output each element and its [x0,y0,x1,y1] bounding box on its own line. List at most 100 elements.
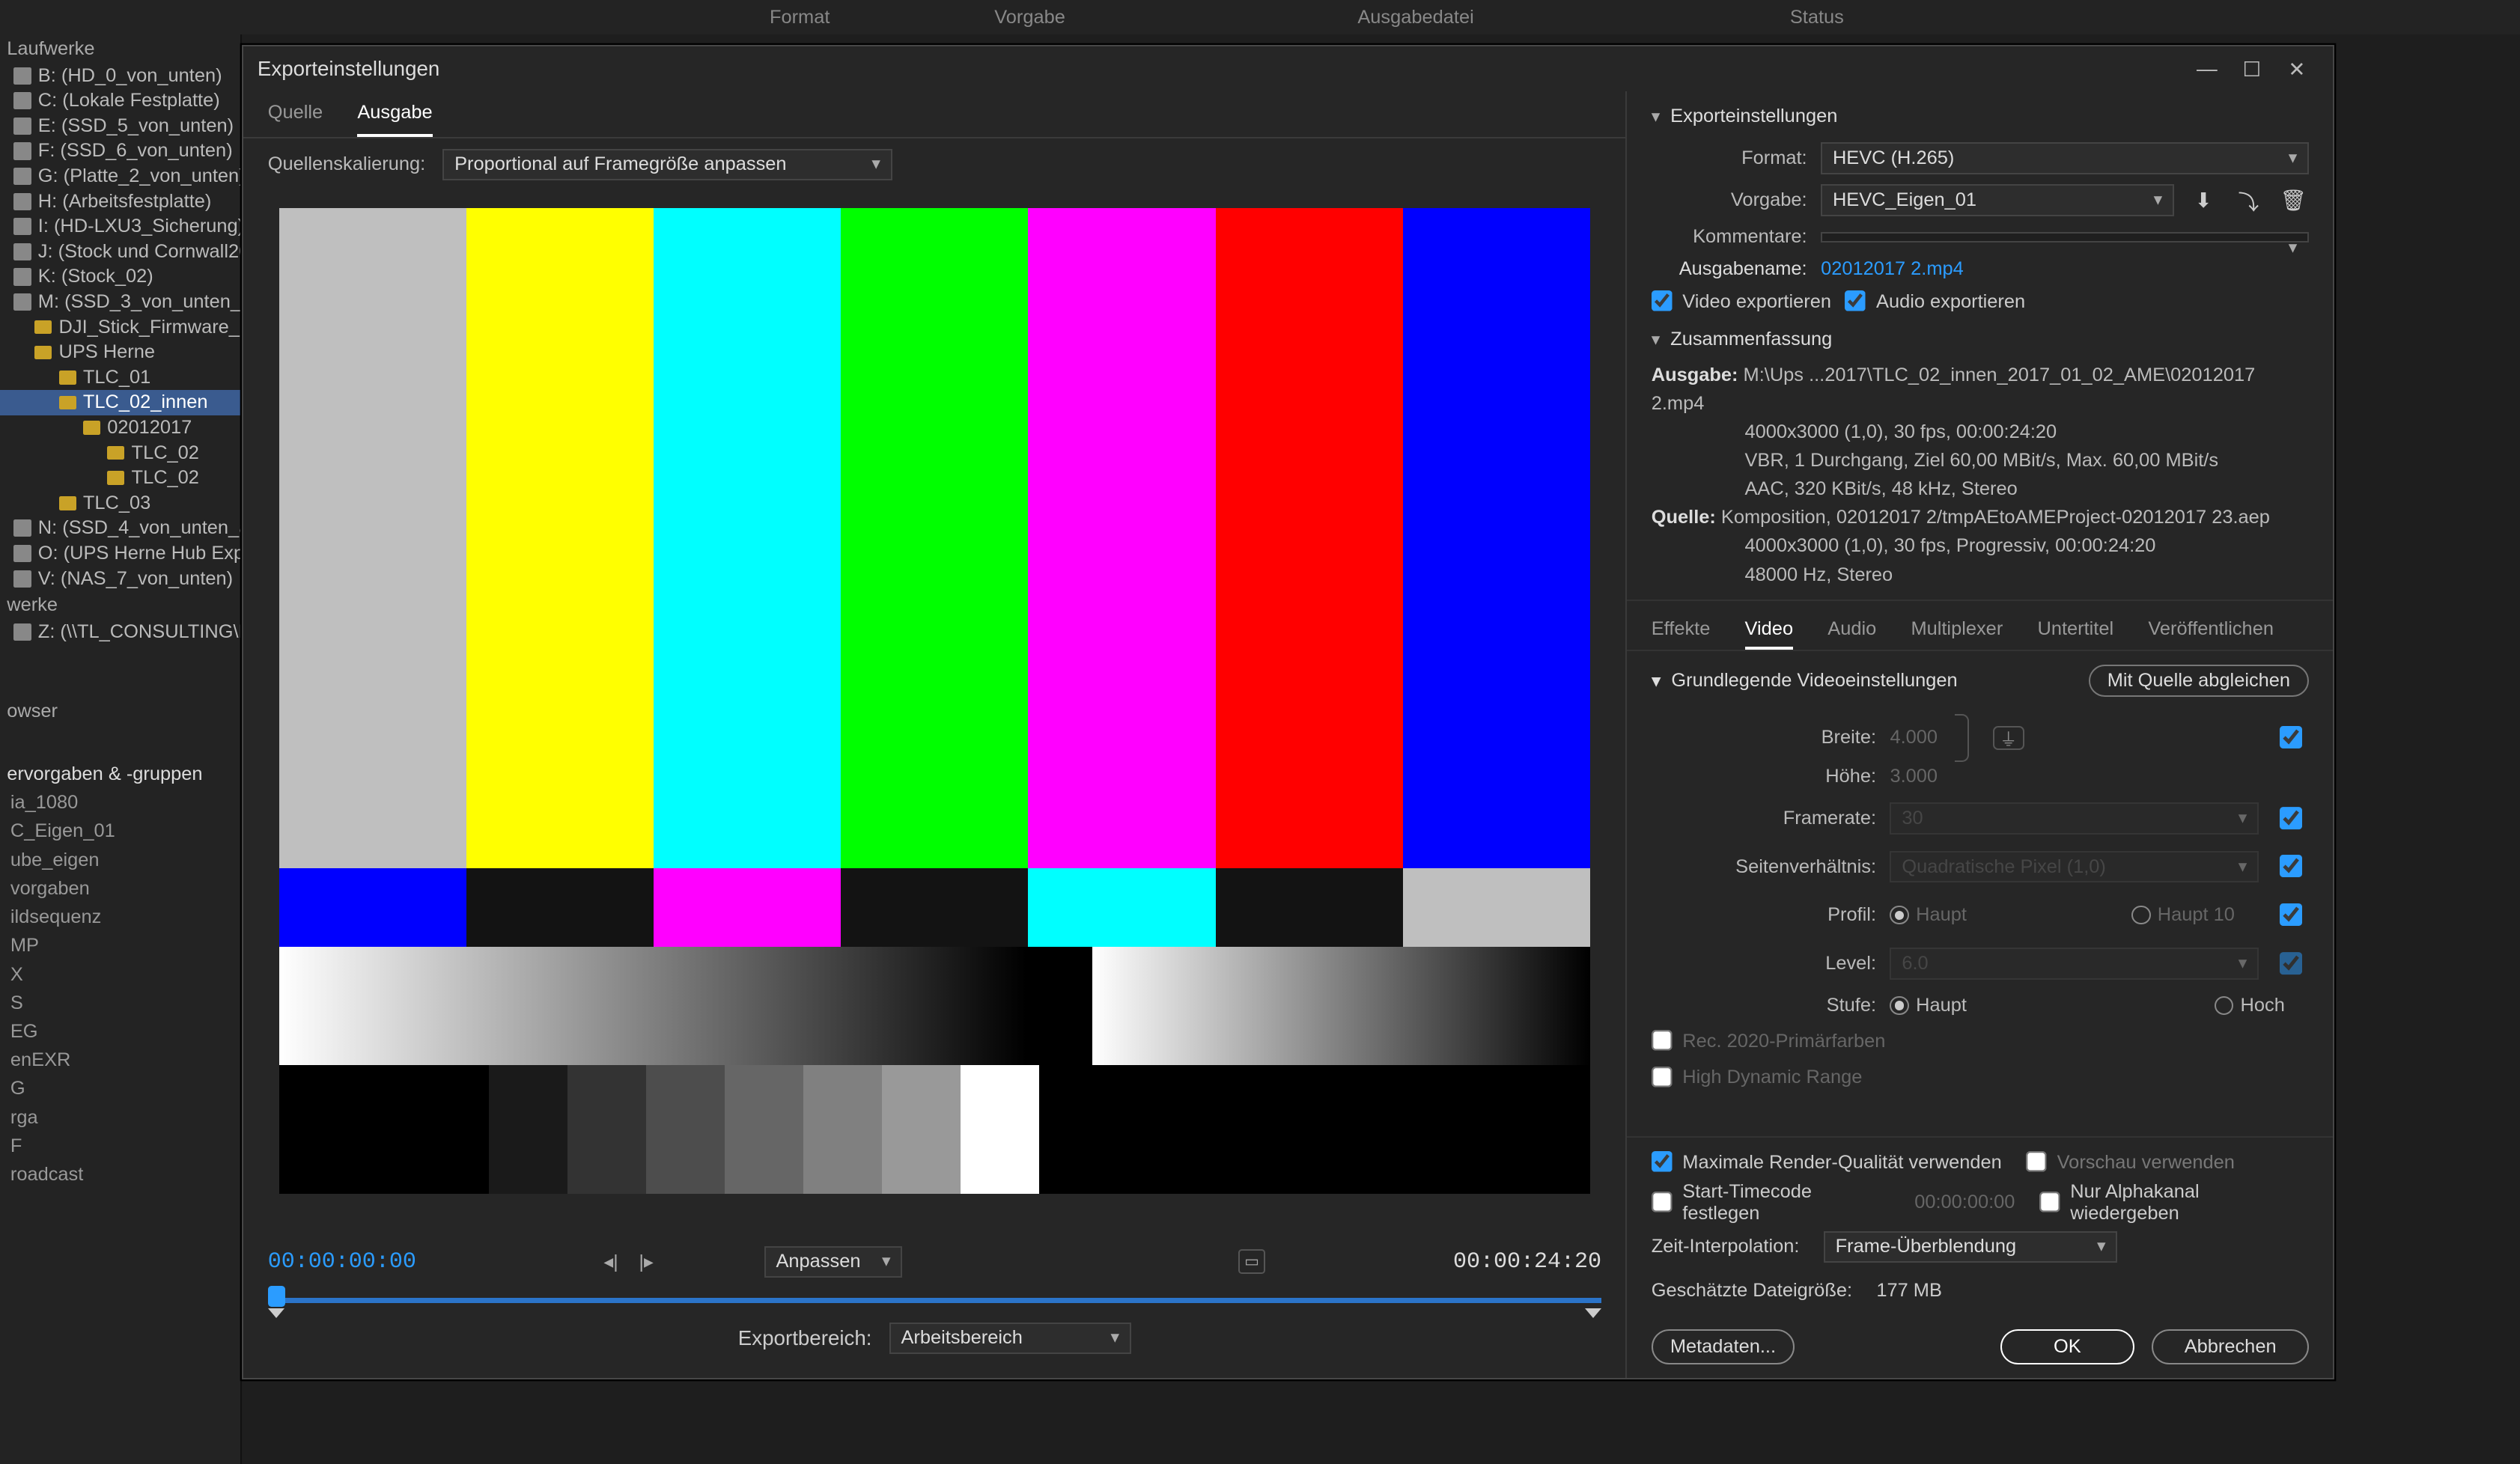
link-dimensions-icon[interactable]: ⏚ [1993,726,2024,750]
match-aspect-checkbox[interactable] [2280,855,2304,879]
tree-item[interactable]: UPS Herne [0,340,240,365]
format-select[interactable]: HEVC (H.265) [1821,142,2309,174]
tree-item[interactable]: I: (HD-LXU3_Sicherung) [0,214,240,240]
comments-input[interactable] [1821,232,2309,242]
chevron-down-icon[interactable]: ▾ [1652,106,1661,126]
preset-item[interactable]: C_Eigen_01 [0,817,240,846]
tab-video[interactable]: Video [1745,611,1794,649]
folder-icon [59,396,76,409]
width-value[interactable]: 4.000 [1890,727,1938,748]
tree-item[interactable]: 02012017 [0,415,240,441]
tree-item[interactable]: C: (Lokale Festplatte) [0,88,240,114]
chevron-down-icon[interactable]: ▾ [1652,669,1661,692]
profile-main10-radio[interactable]: Haupt 10 [2131,904,2235,926]
tree-item[interactable]: J: (Stock und Cornwall2015) [0,240,240,265]
save-preset-icon[interactable]: ⬇ [2188,186,2219,214]
tree-item[interactable]: TLC_01 [0,365,240,391]
export-video-checkbox[interactable]: Video exportieren [1652,290,1831,313]
import-preset-icon[interactable]: ⤵ [2233,186,2265,214]
preset-item[interactable]: ia_1080 [0,789,240,817]
height-value[interactable]: 3.000 [1890,766,1938,787]
time-interpolation-select[interactable]: Frame-Überblendung [1824,1231,2118,1263]
tree-item[interactable]: H: (Arbeitsfestplatte) [0,189,240,214]
match-width-checkbox[interactable] [2280,726,2304,750]
folder-icon [34,346,52,359]
tree-item[interactable]: Z: (\\TL_CONSULTING\NAS [0,620,240,645]
match-framerate-checkbox[interactable] [2280,806,2304,830]
aspect-select[interactable]: Quadratische Pixel (1,0) [1890,851,2259,882]
tree-item[interactable]: F: (SSD_6_von_unten) [0,138,240,164]
tab-audio[interactable]: Audio [1827,611,1876,649]
tab-effects[interactable]: Effekte [1652,611,1711,649]
framerate-select[interactable]: 30 [1890,802,2259,834]
preset-item[interactable]: S [0,989,240,1017]
source-scaling-select[interactable]: Proportional auf Framegröße anpassen [442,149,892,180]
tree-item[interactable]: TLC_02_innen [0,390,240,415]
match-profile-checkbox[interactable] [2280,903,2304,927]
cancel-button[interactable]: Abbrechen [2152,1329,2309,1364]
level-select[interactable]: 6.0 [1890,948,2259,979]
export-audio-checkbox[interactable]: Audio exportieren [1845,290,2025,313]
tree-item[interactable]: TLC_02 [0,466,240,491]
in-point-marker[interactable] [268,1308,284,1318]
profile-main-radio[interactable]: Haupt [1890,904,1966,926]
tree-item[interactable]: TLC_02 [0,440,240,466]
match-level-checkbox[interactable] [2280,951,2304,975]
out-point-marker[interactable] [1585,1308,1601,1318]
tree-item[interactable]: B: (HD_0_von_unten) [0,63,240,88]
export-range-select[interactable]: Arbeitsbereich [889,1323,1131,1354]
hdr-checkbox[interactable]: High Dynamic Range [1652,1067,1863,1089]
prev-keyframe-icon[interactable]: ◂| [603,1250,618,1273]
output-name-link[interactable]: 02012017 2.mp4 [1821,258,1964,280]
tree-item[interactable]: V: (NAS_7_von_unten) [0,566,240,591]
preset-item[interactable]: F [0,1132,240,1160]
preset-select[interactable]: HEVC_Eigen_01 [1821,184,2174,216]
preset-item[interactable]: roadcast [0,1160,240,1189]
tier-high-radio[interactable]: Hoch [2215,995,2285,1016]
alpha-only-checkbox[interactable]: Nur Alphakanal wiedergeben [2039,1181,2309,1224]
timeline-slider[interactable] [268,1284,1601,1316]
tab-subtitles[interactable]: Untertitel [2037,611,2113,649]
queue-header: Format Vorgabe Ausgabedatei Status [0,0,2520,34]
preset-item[interactable]: G [0,1075,240,1103]
tier-main-radio[interactable]: Haupt [1890,995,1966,1016]
tab-output[interactable]: Ausgabe [357,91,432,137]
preset-item[interactable]: ube_eigen [0,846,240,874]
minimize-icon[interactable]: ― [2185,52,2230,86]
preset-item[interactable]: rga [0,1103,240,1132]
aspect-correction-icon[interactable]: ▭ [1238,1249,1266,1273]
preset-item[interactable]: MP [0,932,240,960]
tree-item[interactable]: O: (UPS Herne Hub Expans) [0,541,240,567]
use-preview-checkbox[interactable]: Vorschau verwenden [2026,1151,2235,1174]
tab-source[interactable]: Quelle [268,91,323,137]
source-scaling-label: Quellenskalierung: [268,153,425,175]
tree-item[interactable]: M: (SSD_3_von_unten_alt) [0,290,240,315]
tab-publish[interactable]: Veröffentlichen [2148,611,2274,649]
maximize-icon[interactable]: ☐ [2230,52,2274,86]
playhead[interactable] [268,1286,285,1307]
tree-item[interactable]: E: (SSD_5_von_unten) [0,114,240,139]
tree-item[interactable]: DJI_Stick_Firmware_S [0,314,240,340]
tree-item[interactable]: G: (Platte_2_von_unten) [0,164,240,189]
metadata-button[interactable]: Metadaten... [1652,1329,1795,1364]
tree-item[interactable]: TLC_03 [0,491,240,516]
close-icon[interactable]: ✕ [2274,52,2319,86]
next-keyframe-icon[interactable]: |▸ [639,1250,653,1273]
max-render-quality-checkbox[interactable]: Maximale Render-Qualität verwenden [1652,1151,2002,1174]
start-timecode-checkbox[interactable]: Start-Timecode festlegen [1652,1181,1890,1224]
preset-item[interactable]: vorgaben [0,874,240,903]
chevron-down-icon[interactable]: ▾ [1652,329,1661,350]
tree-item[interactable]: K: (Stock_02) [0,264,240,290]
preset-item[interactable]: enEXR [0,1046,240,1075]
tree-item[interactable]: N: (SSD_4_von_unten_alt) [0,516,240,541]
ok-button[interactable]: OK [2000,1329,2134,1364]
tab-multiplexer[interactable]: Multiplexer [1911,611,2003,649]
zoom-select[interactable]: Anpassen [764,1246,903,1278]
preset-item[interactable]: ildsequenz [0,903,240,931]
match-source-button[interactable]: Mit Quelle abgleichen [2089,665,2310,696]
delete-preset-icon[interactable]: 🗑 [2278,186,2310,214]
rec2020-checkbox[interactable]: Rec. 2020-Primärfarben [1652,1030,1886,1052]
preset-item[interactable]: EG [0,1017,240,1046]
preset-item[interactable]: X [0,960,240,989]
timecode-in[interactable]: 00:00:00:00 [268,1249,416,1275]
